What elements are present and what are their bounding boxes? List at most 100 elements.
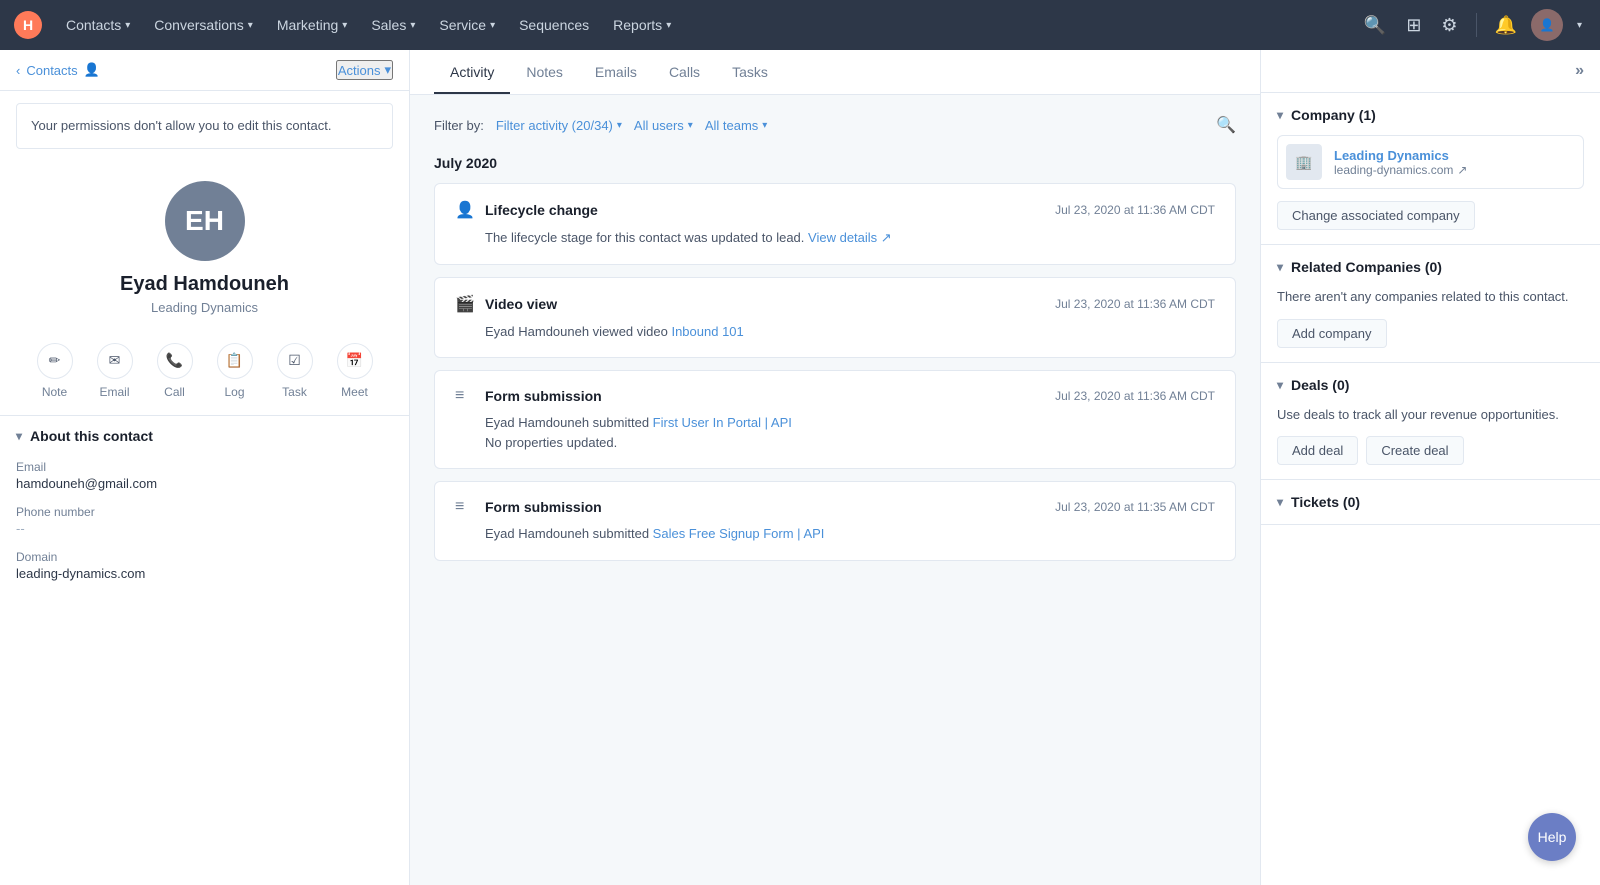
nav-sales[interactable]: Sales ▾: [361, 11, 425, 39]
note-button[interactable]: ✏: [37, 343, 73, 379]
company-domain: leading-dynamics.com ↗: [1334, 163, 1467, 177]
nav-sequences[interactable]: Sequences: [509, 11, 599, 39]
activity-video-card: 🎬 Video view Jul 23, 2020 at 11:36 AM CD…: [434, 277, 1236, 359]
notifications-icon[interactable]: 🔔: [1489, 9, 1523, 42]
left-sidebar: ‹ Contacts 👤 Actions ▾ Your permissions …: [0, 50, 410, 885]
actions-button[interactable]: Actions ▾: [336, 60, 393, 80]
settings-icon[interactable]: ⚙: [1435, 9, 1463, 42]
contacts-chevron: ▾: [125, 20, 130, 31]
video-timestamp: Jul 23, 2020 at 11:36 AM CDT: [1055, 297, 1215, 311]
teams-filter-button[interactable]: All teams ▾: [705, 118, 768, 133]
related-companies-empty-text: There aren't any companies related to th…: [1277, 287, 1584, 307]
form2-link[interactable]: Sales Free Signup Form | API: [653, 526, 825, 541]
users-filter-chevron: ▾: [688, 120, 693, 131]
user-menu-chevron[interactable]: ▾: [1571, 14, 1588, 37]
related-companies-header[interactable]: ▾ Related Companies (0): [1277, 259, 1584, 275]
activity-search-button[interactable]: 🔍: [1216, 115, 1236, 135]
users-filter-label: All users: [634, 118, 684, 133]
email-label: Email: [99, 385, 129, 399]
task-button[interactable]: ☑: [277, 343, 313, 379]
help-button[interactable]: Help: [1528, 813, 1576, 861]
activity-form1-title-group: ≡ Form submission: [455, 387, 602, 405]
email-field-group: Email hamdouneh@gmail.com: [16, 460, 393, 491]
contact-name: Eyad Hamdouneh: [120, 273, 289, 296]
tab-notes[interactable]: Notes: [510, 50, 579, 94]
note-action[interactable]: ✏ Note: [37, 343, 73, 399]
tab-calls[interactable]: Calls: [653, 50, 716, 94]
form1-link[interactable]: First User In Portal | API: [653, 415, 792, 430]
task-action[interactable]: ☑ Task: [277, 343, 313, 399]
form1-extra-text: No properties updated.: [485, 435, 617, 450]
tabs-bar: Activity Notes Emails Calls Tasks: [410, 50, 1260, 95]
conversations-chevron: ▾: [248, 20, 253, 31]
log-label: Log: [224, 385, 244, 399]
activity-filter-button[interactable]: Filter activity (20/34) ▾: [496, 118, 622, 133]
company-name-link[interactable]: Leading Dynamics: [1334, 148, 1449, 163]
company-info: Leading Dynamics leading-dynamics.com ↗: [1334, 147, 1467, 177]
company-section-title: Company (1): [1291, 107, 1376, 123]
actions-chevron: ▾: [384, 62, 391, 78]
right-panel-top: »: [1261, 50, 1600, 93]
marketplace-icon[interactable]: ⊞: [1400, 9, 1427, 42]
contact-quick-actions: ✏ Note ✉ Email 📞 Call 📋 Log ☑ Task 📅 Me: [0, 327, 409, 415]
phone-field-label: Phone number: [16, 505, 393, 519]
about-chevron-icon: ▾: [16, 429, 22, 443]
filter-by-label: Filter by:: [434, 118, 484, 133]
company-section: ▾ Company (1) 🏢 Leading Dynamics leading…: [1261, 93, 1600, 245]
log-button[interactable]: 📋: [217, 343, 253, 379]
tab-emails[interactable]: Emails: [579, 50, 653, 94]
video-icon: 🎬: [455, 294, 475, 314]
top-navigation: H Contacts ▾ Conversations ▾ Marketing ▾…: [0, 0, 1600, 50]
task-label: Task: [282, 385, 307, 399]
video-body: Eyad Hamdouneh viewed video Inbound 101: [455, 322, 1215, 342]
about-header[interactable]: ▾ About this contact: [16, 428, 393, 444]
add-company-button[interactable]: Add company: [1277, 319, 1387, 348]
nav-marketing[interactable]: Marketing ▾: [267, 11, 358, 39]
company-section-header[interactable]: ▾ Company (1): [1277, 107, 1584, 123]
deals-section-header[interactable]: ▾ Deals (0): [1277, 377, 1584, 393]
call-label: Call: [164, 385, 185, 399]
nav-right-icons: 🔍 ⊞ ⚙ 🔔 👤 ▾: [1358, 9, 1588, 42]
breadcrumb[interactable]: ‹ Contacts 👤: [16, 62, 100, 78]
lifecycle-view-details-link[interactable]: View details ↗: [808, 230, 892, 245]
avatar: EH: [165, 181, 245, 261]
nav-service[interactable]: Service ▾: [429, 11, 505, 39]
log-action[interactable]: 📋 Log: [217, 343, 253, 399]
change-associated-company-button[interactable]: Change associated company: [1277, 201, 1475, 230]
create-deal-button[interactable]: Create deal: [1366, 436, 1463, 465]
search-icon[interactable]: 🔍: [1358, 9, 1392, 42]
tab-activity[interactable]: Activity: [434, 50, 510, 94]
expand-panel-button[interactable]: »: [1575, 62, 1584, 80]
email-action[interactable]: ✉ Email: [97, 343, 133, 399]
user-avatar[interactable]: 👤: [1531, 9, 1563, 41]
marketing-chevron: ▾: [342, 20, 347, 31]
nav-conversations[interactable]: Conversations ▾: [144, 11, 263, 39]
activity-form2-card: ≡ Form submission Jul 23, 2020 at 11:35 …: [434, 481, 1236, 561]
contact-company: Leading Dynamics: [151, 300, 258, 315]
nav-contacts[interactable]: Contacts ▾: [56, 11, 140, 39]
sidebar-header: ‹ Contacts 👤 Actions ▾: [0, 50, 409, 91]
tickets-section-header[interactable]: ▾ Tickets (0): [1277, 494, 1584, 510]
call-button[interactable]: 📞: [157, 343, 193, 379]
main-layout: ‹ Contacts 👤 Actions ▾ Your permissions …: [0, 50, 1600, 885]
add-deal-button[interactable]: Add deal: [1277, 436, 1358, 465]
related-companies-section: ▾ Related Companies (0) There aren't any…: [1261, 245, 1600, 363]
meet-button[interactable]: 📅: [337, 343, 373, 379]
video-link[interactable]: Inbound 101: [671, 324, 743, 339]
call-action[interactable]: 📞 Call: [157, 343, 193, 399]
activity-form2-header: ≡ Form submission Jul 23, 2020 at 11:35 …: [455, 498, 1215, 516]
deals-chevron: ▾: [1277, 378, 1283, 392]
filter-bar: Filter by: Filter activity (20/34) ▾ All…: [434, 115, 1236, 135]
activity-form2-title-group: ≡ Form submission: [455, 498, 602, 516]
form1-timestamp: Jul 23, 2020 at 11:36 AM CDT: [1055, 389, 1215, 403]
meet-action[interactable]: 📅 Meet: [337, 343, 373, 399]
activity-video-title-group: 🎬 Video view: [455, 294, 557, 314]
breadcrumb-label: Contacts: [26, 63, 77, 78]
email-button[interactable]: ✉: [97, 343, 133, 379]
form1-title: Form submission: [485, 388, 602, 404]
form1-icon: ≡: [455, 387, 475, 405]
lifecycle-timestamp: Jul 23, 2020 at 11:36 AM CDT: [1055, 203, 1215, 217]
nav-reports[interactable]: Reports ▾: [603, 11, 681, 39]
users-filter-button[interactable]: All users ▾: [634, 118, 693, 133]
tab-tasks[interactable]: Tasks: [716, 50, 784, 94]
